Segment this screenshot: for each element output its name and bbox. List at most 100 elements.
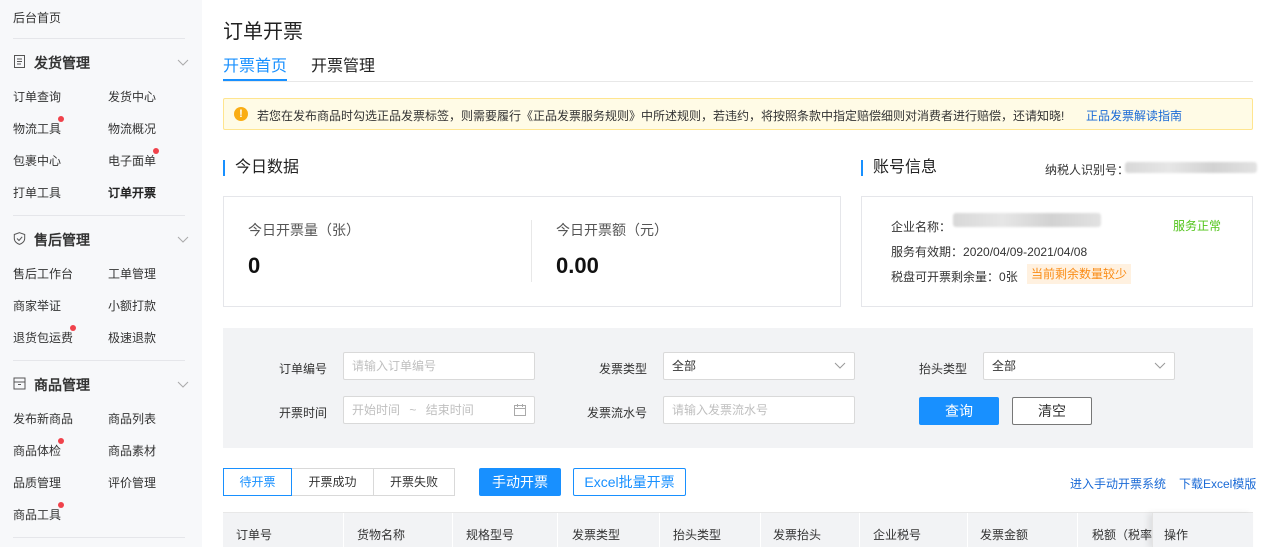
sidebar-item-product-checkup[interactable]: 商品体检 — [13, 442, 61, 459]
column-header-invoice-amount: 发票金额 — [980, 528, 1029, 542]
tab-invoice-management[interactable]: 开票管理 — [311, 52, 375, 76]
service-validity-value: 2020/04/09-2021/04/08 — [963, 245, 1088, 259]
notice-banner: ! 若您在发布商品时勾选正品发票标签，则需要履行《正品发票服务规则》中所述规则，… — [223, 98, 1253, 130]
invoice-type-select[interactable]: 全部 — [663, 352, 855, 380]
new-badge-dot — [58, 438, 64, 444]
column-header-tax-amount: 税额（税率 — [1092, 528, 1153, 542]
document-icon — [14, 55, 25, 68]
header-type-label: 抬头类型 — [919, 362, 968, 376]
filter-panel — [223, 328, 1253, 448]
sidebar-item-logistics-tools[interactable]: 物流工具 — [13, 120, 61, 137]
sidebar-item-return-shipping[interactable]: 退货包运费 — [13, 329, 73, 346]
sidebar-item-logistics-overview[interactable]: 物流概况 — [108, 120, 156, 137]
sidebar-item-order-invoice[interactable]: 订单开票 — [108, 184, 156, 201]
shield-check-icon — [13, 232, 26, 245]
invoice-time-label: 开票时间 — [279, 406, 328, 420]
column-separator — [343, 513, 344, 547]
column-header-invoice-header: 发票抬头 — [773, 528, 822, 542]
header-type-value: 全部 — [992, 359, 1017, 373]
sidebar-divider — [13, 360, 185, 361]
new-badge-dot — [58, 116, 64, 122]
order-no-label: 订单编号 — [279, 362, 328, 376]
company-name-label: 企业名称： — [891, 220, 952, 234]
download-excel-template-link[interactable]: 下载Excel模版 — [1179, 475, 1256, 492]
excel-batch-invoice-button[interactable]: Excel批量开票 — [573, 468, 686, 496]
chevron-down-icon — [1154, 362, 1166, 369]
remaining-quota-label: 税盘可开票剩余量： — [891, 270, 1000, 284]
column-separator — [859, 513, 860, 547]
column-header-header-type: 抬头类型 — [673, 528, 722, 542]
manual-invoice-button[interactable]: 手动开票 — [479, 468, 561, 496]
today-data-card — [223, 196, 841, 307]
column-header-company-tax-id: 企业税号 — [873, 528, 922, 542]
tab-invoice-home[interactable]: 开票首页 — [223, 52, 287, 76]
chevron-down-icon — [177, 59, 189, 66]
serial-no-input[interactable]: 请输入发票流水号 — [663, 396, 855, 424]
sidebar-item-review-management[interactable]: 评价管理 — [108, 474, 156, 491]
sidebar-item-shipping-center[interactable]: 发货中心 — [108, 88, 156, 105]
sidebar-divider — [13, 38, 185, 39]
order-no-placeholder: 请输入订单编号 — [352, 359, 437, 373]
sidebar-item-small-payment[interactable]: 小额打款 — [108, 297, 156, 314]
query-button[interactable]: 查询 — [919, 397, 999, 425]
sidebar-section-title: 商品管理 — [34, 377, 90, 393]
sidebar-item-e-waybill[interactable]: 电子面单 — [108, 152, 156, 169]
sidebar-item-ticket-management[interactable]: 工单管理 — [108, 265, 156, 282]
new-badge-dot — [58, 502, 64, 508]
invoice-type-label: 发票类型 — [599, 362, 648, 376]
time-start-placeholder: 开始时间 — [352, 403, 401, 417]
notice-guide-link[interactable]: 正品发票解读指南 — [1086, 107, 1182, 124]
sidebar: 后台首页 发货管理 订单查询 发货中心 物流工具 物流概况 包裹中心 电子面单 … — [0, 0, 202, 547]
warning-icon: ! — [234, 107, 248, 121]
tabs-divider — [223, 81, 1253, 82]
column-header-spec-model: 规格型号 — [466, 528, 515, 542]
order-no-input[interactable]: 请输入订单编号 — [343, 352, 535, 380]
low-quota-tag: 当前剩余数量较少 — [1027, 264, 1132, 284]
sidebar-item-product-list[interactable]: 商品列表 — [108, 410, 156, 427]
column-header-invoice-type: 发票类型 — [572, 528, 621, 542]
sidebar-item-print-tools[interactable]: 打单工具 — [13, 184, 61, 201]
app-root: 后台首页 发货管理 订单查询 发货中心 物流工具 物流概况 包裹中心 电子面单 … — [0, 0, 1261, 547]
invoice-type-value: 全部 — [672, 359, 697, 373]
sidebar-item-product-tools[interactable]: 商品工具 — [13, 506, 61, 523]
column-header-actions-label: 操作 — [1164, 528, 1189, 542]
sidebar-section-after-sales[interactable]: 售后管理 — [13, 229, 189, 249]
column-separator — [557, 513, 558, 547]
column-separator — [1077, 513, 1078, 547]
sidebar-item-product-materials[interactable]: 商品素材 — [108, 442, 156, 459]
time-separator: ~ — [409, 403, 417, 417]
sidebar-section-shipping[interactable]: 发货管理 — [13, 52, 189, 72]
status-tab-failed[interactable]: 开票失败 — [373, 468, 455, 496]
sidebar-home-link[interactable]: 后台首页 — [13, 9, 61, 26]
serial-no-label: 发票流水号 — [587, 406, 648, 420]
today-amount-value: 0.00 — [556, 253, 599, 278]
sidebar-item-quality-management[interactable]: 品质管理 — [13, 474, 61, 491]
service-validity: 服务有效期：2020/04/09-2021/04/08 — [891, 243, 1087, 260]
new-badge-dot — [153, 148, 159, 154]
chevron-down-icon — [177, 236, 189, 243]
header-type-select[interactable]: 全部 — [983, 352, 1175, 380]
sidebar-item-publish-product[interactable]: 发布新商品 — [13, 410, 73, 427]
serial-no-placeholder: 请输入发票流水号 — [672, 403, 769, 417]
column-separator — [452, 513, 453, 547]
service-status: 服务正常 — [1173, 219, 1222, 233]
sidebar-item-merchant-evidence[interactable]: 商家举证 — [13, 297, 61, 314]
sidebar-item-after-sales-workbench[interactable]: 售后工作台 — [13, 265, 73, 282]
sidebar-section-products[interactable]: 商品管理 — [13, 374, 189, 394]
chevron-down-icon — [177, 381, 189, 388]
sidebar-section-title: 售后管理 — [34, 232, 90, 248]
clear-button[interactable]: 清空 — [1012, 397, 1092, 425]
sidebar-item-order-query[interactable]: 订单查询 — [13, 88, 61, 105]
service-validity-label: 服务有效期： — [891, 245, 964, 259]
enter-manual-system-link[interactable]: 进入手动开票系统 — [1070, 475, 1166, 492]
sidebar-item-package-center[interactable]: 包裹中心 — [13, 152, 61, 169]
sidebar-item-fast-refund[interactable]: 极速退款 — [108, 329, 156, 346]
status-tab-pending[interactable]: 待开票 — [223, 468, 292, 496]
column-header-order-no: 订单号 — [236, 528, 273, 542]
status-tab-success[interactable]: 开票成功 — [291, 468, 374, 496]
sidebar-section-title: 发货管理 — [34, 55, 90, 71]
invoice-time-range[interactable]: 开始时间 ~ 结束时间 — [343, 396, 535, 424]
column-separator — [967, 513, 968, 547]
column-separator — [760, 513, 761, 547]
today-count-label: 今日开票量（张） — [248, 222, 360, 238]
